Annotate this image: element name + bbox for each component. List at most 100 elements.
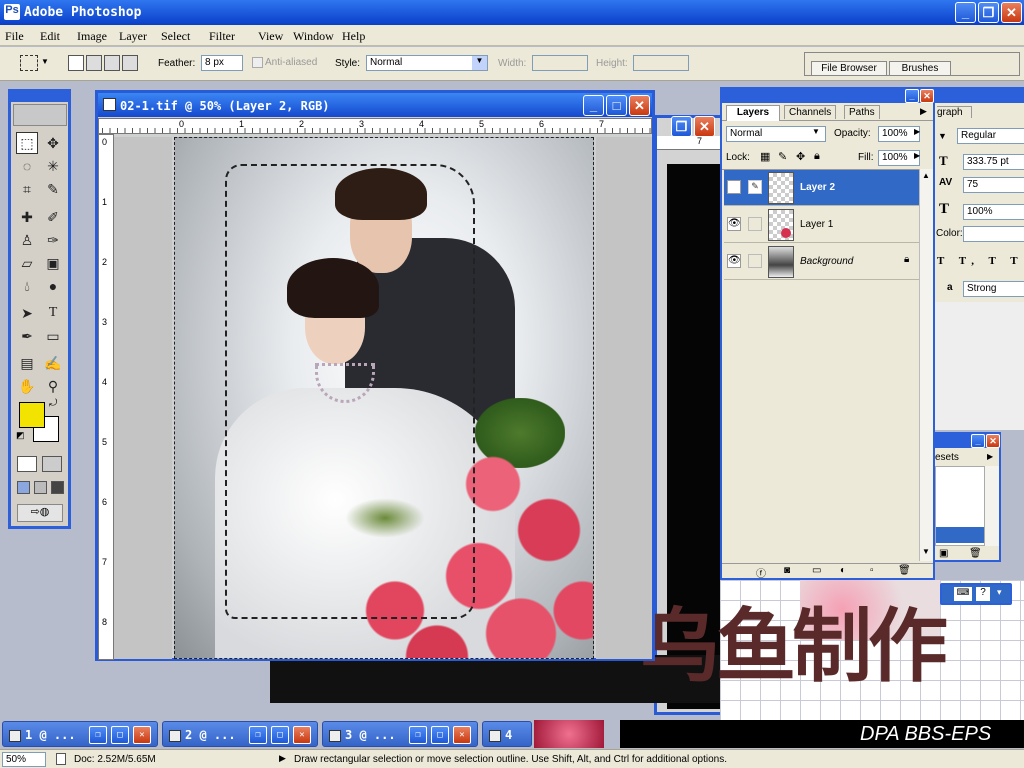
- options-arrow-icon[interactable]: ▾: [997, 587, 1002, 598]
- layer-visibility-eye-icon[interactable]: 👁︎: [727, 254, 741, 268]
- min-doc-3-maximize-icon[interactable]: □: [431, 726, 449, 744]
- default-colors-icon[interactable]: ◩: [16, 430, 25, 441]
- screen-mode-full-menu-icon[interactable]: [34, 481, 47, 494]
- shape-tool-icon[interactable]: ▭: [42, 325, 64, 347]
- adobe-feather-logo[interactable]: [13, 104, 67, 126]
- back-doc-close-button[interactable]: ✕: [694, 116, 715, 137]
- new-selection-icon[interactable]: [68, 55, 84, 71]
- layer-mask-icon[interactable]: ◙: [784, 565, 790, 576]
- layer-row-background[interactable]: 👁︎ Background 🔒︎: [724, 244, 920, 280]
- doc-close-button[interactable]: ✕: [629, 95, 650, 116]
- new-preset-icon[interactable]: ▣: [939, 548, 948, 559]
- tab-channels[interactable]: Channels: [784, 105, 837, 119]
- menu-layer[interactable]: Layer: [119, 29, 147, 44]
- antialiased-checkbox[interactable]: [252, 57, 263, 68]
- layer-style-icon[interactable]: ⓕ: [756, 565, 766, 580]
- font-style-select[interactable]: Regular: [957, 128, 1024, 144]
- min-doc-2-maximize-icon[interactable]: □: [271, 726, 289, 744]
- restore-button[interactable]: ❐: [978, 2, 999, 23]
- close-button[interactable]: ✕: [1001, 2, 1022, 23]
- width-input[interactable]: [532, 55, 588, 71]
- doc-minimize-button[interactable]: _: [583, 95, 604, 116]
- min-doc-1-maximize-icon[interactable]: □: [111, 726, 129, 744]
- layer-link-icon[interactable]: [748, 254, 762, 268]
- help-icon[interactable]: ?: [976, 587, 990, 601]
- lasso-tool-icon[interactable]: ◌: [16, 155, 38, 177]
- opacity-arrow-icon[interactable]: ▶: [914, 127, 920, 136]
- min-doc-1-restore-icon[interactable]: ❐: [89, 726, 107, 744]
- screen-mode-full-icon[interactable]: [51, 481, 64, 494]
- clone-stamp-icon[interactable]: ♙: [16, 229, 38, 251]
- doc-size-info[interactable]: Doc: 2.52M/5.65M: [74, 754, 156, 765]
- gradient-tool-icon[interactable]: ▣: [42, 252, 64, 274]
- path-selection-icon[interactable]: ➤: [16, 302, 38, 324]
- healing-brush-icon[interactable]: ✚: [16, 206, 38, 228]
- text-color-swatch[interactable]: [963, 226, 1024, 242]
- marquee-tool-icon[interactable]: ⬚: [16, 132, 38, 154]
- min-doc-2-restore-icon[interactable]: ❐: [249, 726, 267, 744]
- eraser-tool-icon[interactable]: ▱: [16, 252, 38, 274]
- history-brush-icon[interactable]: ✑: [42, 229, 64, 251]
- min-doc-2-close-icon[interactable]: ✕: [293, 726, 311, 744]
- foreground-color-swatch[interactable]: [19, 402, 45, 428]
- menu-select[interactable]: Select: [161, 29, 190, 44]
- preset-row-selected[interactable]: [936, 527, 984, 543]
- intersect-selection-icon[interactable]: [122, 55, 138, 71]
- antialias-select[interactable]: Strong: [963, 281, 1024, 297]
- brush-tool-icon[interactable]: ✐: [42, 206, 64, 228]
- height-input[interactable]: [633, 55, 689, 71]
- eyedropper-icon[interactable]: ✍: [42, 352, 64, 374]
- pen-tool-icon[interactable]: ✒: [16, 325, 38, 347]
- scroll-up-icon[interactable]: ▲: [922, 171, 930, 180]
- notes-tool-icon[interactable]: ▤: [16, 352, 38, 374]
- scroll-down-icon[interactable]: ▼: [922, 547, 930, 556]
- presets-close-button[interactable]: ✕: [986, 434, 1000, 448]
- tab-paragraph[interactable]: graph: [937, 106, 972, 118]
- screen-mode-standard-icon[interactable]: [17, 481, 30, 494]
- layers-scrollbar[interactable]: ▲ ▼: [919, 169, 933, 561]
- layer-visibility-eye-icon[interactable]: 👁︎: [727, 217, 741, 231]
- lock-move-icon[interactable]: ✥: [796, 150, 805, 163]
- min-doc-1-close-icon[interactable]: ✕: [133, 726, 151, 744]
- slice-tool-icon[interactable]: ✎: [42, 178, 64, 200]
- minimized-doc-1[interactable]: 1 @ ... ❐ □ ✕: [2, 721, 158, 747]
- subtract-selection-icon[interactable]: [104, 55, 120, 71]
- presets-menu-arrow-icon[interactable]: ▶: [987, 452, 993, 461]
- tab-file-browser[interactable]: File Browser: [811, 61, 887, 76]
- style-dropdown-icon[interactable]: ▼: [472, 56, 487, 70]
- layers-menu-arrow-icon[interactable]: ▶: [920, 106, 927, 117]
- scale-input[interactable]: 100%: [963, 204, 1024, 220]
- tab-layers[interactable]: Layers: [726, 105, 780, 121]
- add-selection-icon[interactable]: [86, 55, 102, 71]
- document-canvas[interactable]: [174, 137, 594, 659]
- minimized-doc-4[interactable]: 4: [482, 721, 532, 747]
- minimize-button[interactable]: _: [955, 2, 976, 23]
- layer-row-layer-2[interactable]: 👁︎ ✎ Layer 2: [724, 170, 920, 206]
- delete-layer-icon[interactable]: 🗑︎: [898, 565, 911, 576]
- type-tool-icon[interactable]: T: [42, 302, 64, 324]
- zoom-level-input[interactable]: 50%: [2, 752, 46, 767]
- standard-mode-icon[interactable]: [17, 456, 37, 472]
- crop-tool-icon[interactable]: ⌗: [16, 178, 38, 200]
- jump-to-imageready-icon[interactable]: ⇨◍: [17, 504, 63, 522]
- layer-visibility-eye-icon[interactable]: 👁︎: [727, 180, 741, 194]
- tab-presets[interactable]: esets: [935, 452, 959, 463]
- back-doc-restore-button[interactable]: ❐: [671, 116, 692, 137]
- delete-preset-icon[interactable]: 🗑︎: [969, 548, 982, 559]
- zoom-tool-icon[interactable]: ⚲: [42, 375, 64, 397]
- blur-tool-icon[interactable]: 💧︎: [16, 275, 38, 297]
- move-tool-icon[interactable]: ✥: [42, 132, 64, 154]
- presets-minimize-button[interactable]: _: [971, 434, 985, 448]
- menu-edit[interactable]: Edit: [40, 29, 60, 44]
- marquee-tool-preset-icon[interactable]: [20, 55, 38, 71]
- status-arrow-icon[interactable]: ▶: [279, 753, 286, 764]
- layers-minimize-button[interactable]: _: [905, 89, 919, 103]
- hand-tool-icon[interactable]: ✋: [16, 375, 38, 397]
- font-style-arrow-icon[interactable]: ▼: [938, 131, 947, 141]
- menu-help[interactable]: Help: [342, 29, 365, 44]
- swap-colors-icon[interactable]: ⤾: [49, 398, 57, 409]
- menu-image[interactable]: Image: [77, 29, 107, 44]
- menu-file[interactable]: File: [5, 29, 24, 44]
- quick-mask-icon[interactable]: [42, 456, 62, 472]
- tab-paths[interactable]: Paths: [844, 105, 880, 119]
